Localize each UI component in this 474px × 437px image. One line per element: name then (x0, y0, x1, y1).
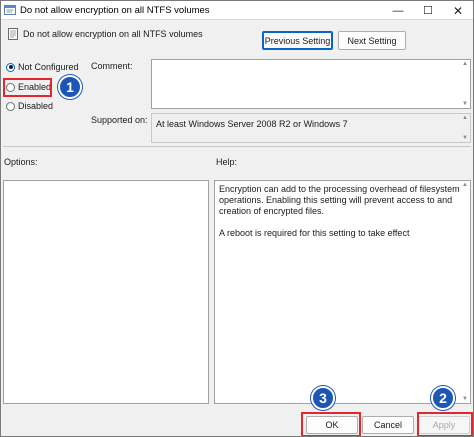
apply-highlight-box (417, 412, 473, 436)
ok-highlight-box (301, 412, 361, 436)
scroll-up-icon[interactable]: ▲ (462, 60, 468, 68)
supported-scrollbar[interactable]: ▲ ▼ (460, 114, 470, 142)
title-bar: Do not allow encryption on all NTFS volu… (1, 1, 473, 20)
scroll-up-icon[interactable]: ▲ (462, 114, 468, 122)
close-icon[interactable]: ✕ (443, 1, 473, 20)
minimize-icon[interactable]: — (383, 1, 413, 20)
scroll-up-icon[interactable]: ▲ (462, 181, 468, 189)
callout-step-2: 2 (431, 386, 455, 410)
policy-document-icon (8, 28, 18, 40)
maximize-icon[interactable]: ☐ (413, 1, 443, 20)
supported-on-value: At least Windows Server 2008 R2 or Windo… (156, 119, 348, 129)
enabled-highlight-box (3, 78, 52, 97)
help-text: Encryption can add to the processing ove… (215, 181, 470, 253)
radio-label-disabled: Disabled (18, 101, 54, 111)
window-title: Do not allow encryption on all NTFS volu… (20, 5, 210, 16)
cancel-button[interactable]: Cancel (362, 416, 414, 434)
scroll-down-icon[interactable]: ▼ (462, 100, 468, 108)
window-controls: — ☐ ✕ (383, 1, 473, 20)
help-paragraph: A reboot is required for this setting to… (219, 228, 410, 238)
options-label: Options: (4, 157, 38, 167)
help-panel: Encryption can add to the processing ove… (214, 180, 471, 404)
supported-on-box: At least Windows Server 2008 R2 or Windo… (151, 113, 471, 143)
radio-disabled[interactable]: Disabled (6, 101, 53, 111)
callout-step-3: 3 (311, 386, 335, 410)
help-paragraph: Encryption can add to the processing ove… (219, 184, 460, 216)
scroll-down-icon[interactable]: ▼ (462, 134, 468, 142)
radio-button[interactable] (6, 101, 15, 111)
radio-not-configured[interactable]: Not Configured (6, 62, 79, 72)
radio-label-not-configured: Not Configured (18, 62, 79, 72)
supported-on-label: Supported on: (91, 115, 148, 125)
next-setting-button[interactable]: Next Setting (338, 31, 406, 50)
policy-settings-icon (4, 5, 16, 15)
comment-label: Comment: (91, 61, 133, 71)
section-divider (3, 146, 471, 147)
callout-step-1: 1 (58, 75, 82, 99)
radio-button-selected[interactable] (6, 62, 15, 72)
policy-name: Do not allow encryption on all NTFS volu… (23, 29, 203, 39)
comment-textarea[interactable]: ▲ ▼ (151, 59, 471, 109)
comment-scrollbar[interactable]: ▲ ▼ (460, 60, 470, 108)
help-label: Help: (216, 157, 238, 167)
scroll-down-icon[interactable]: ▼ (462, 395, 468, 403)
options-panel (3, 180, 209, 404)
previous-setting-button[interactable]: Previous Setting (262, 31, 333, 50)
help-scrollbar[interactable]: ▲ ▼ (460, 181, 470, 403)
policy-dialog-window: Do not allow encryption on all NTFS volu… (0, 0, 474, 437)
